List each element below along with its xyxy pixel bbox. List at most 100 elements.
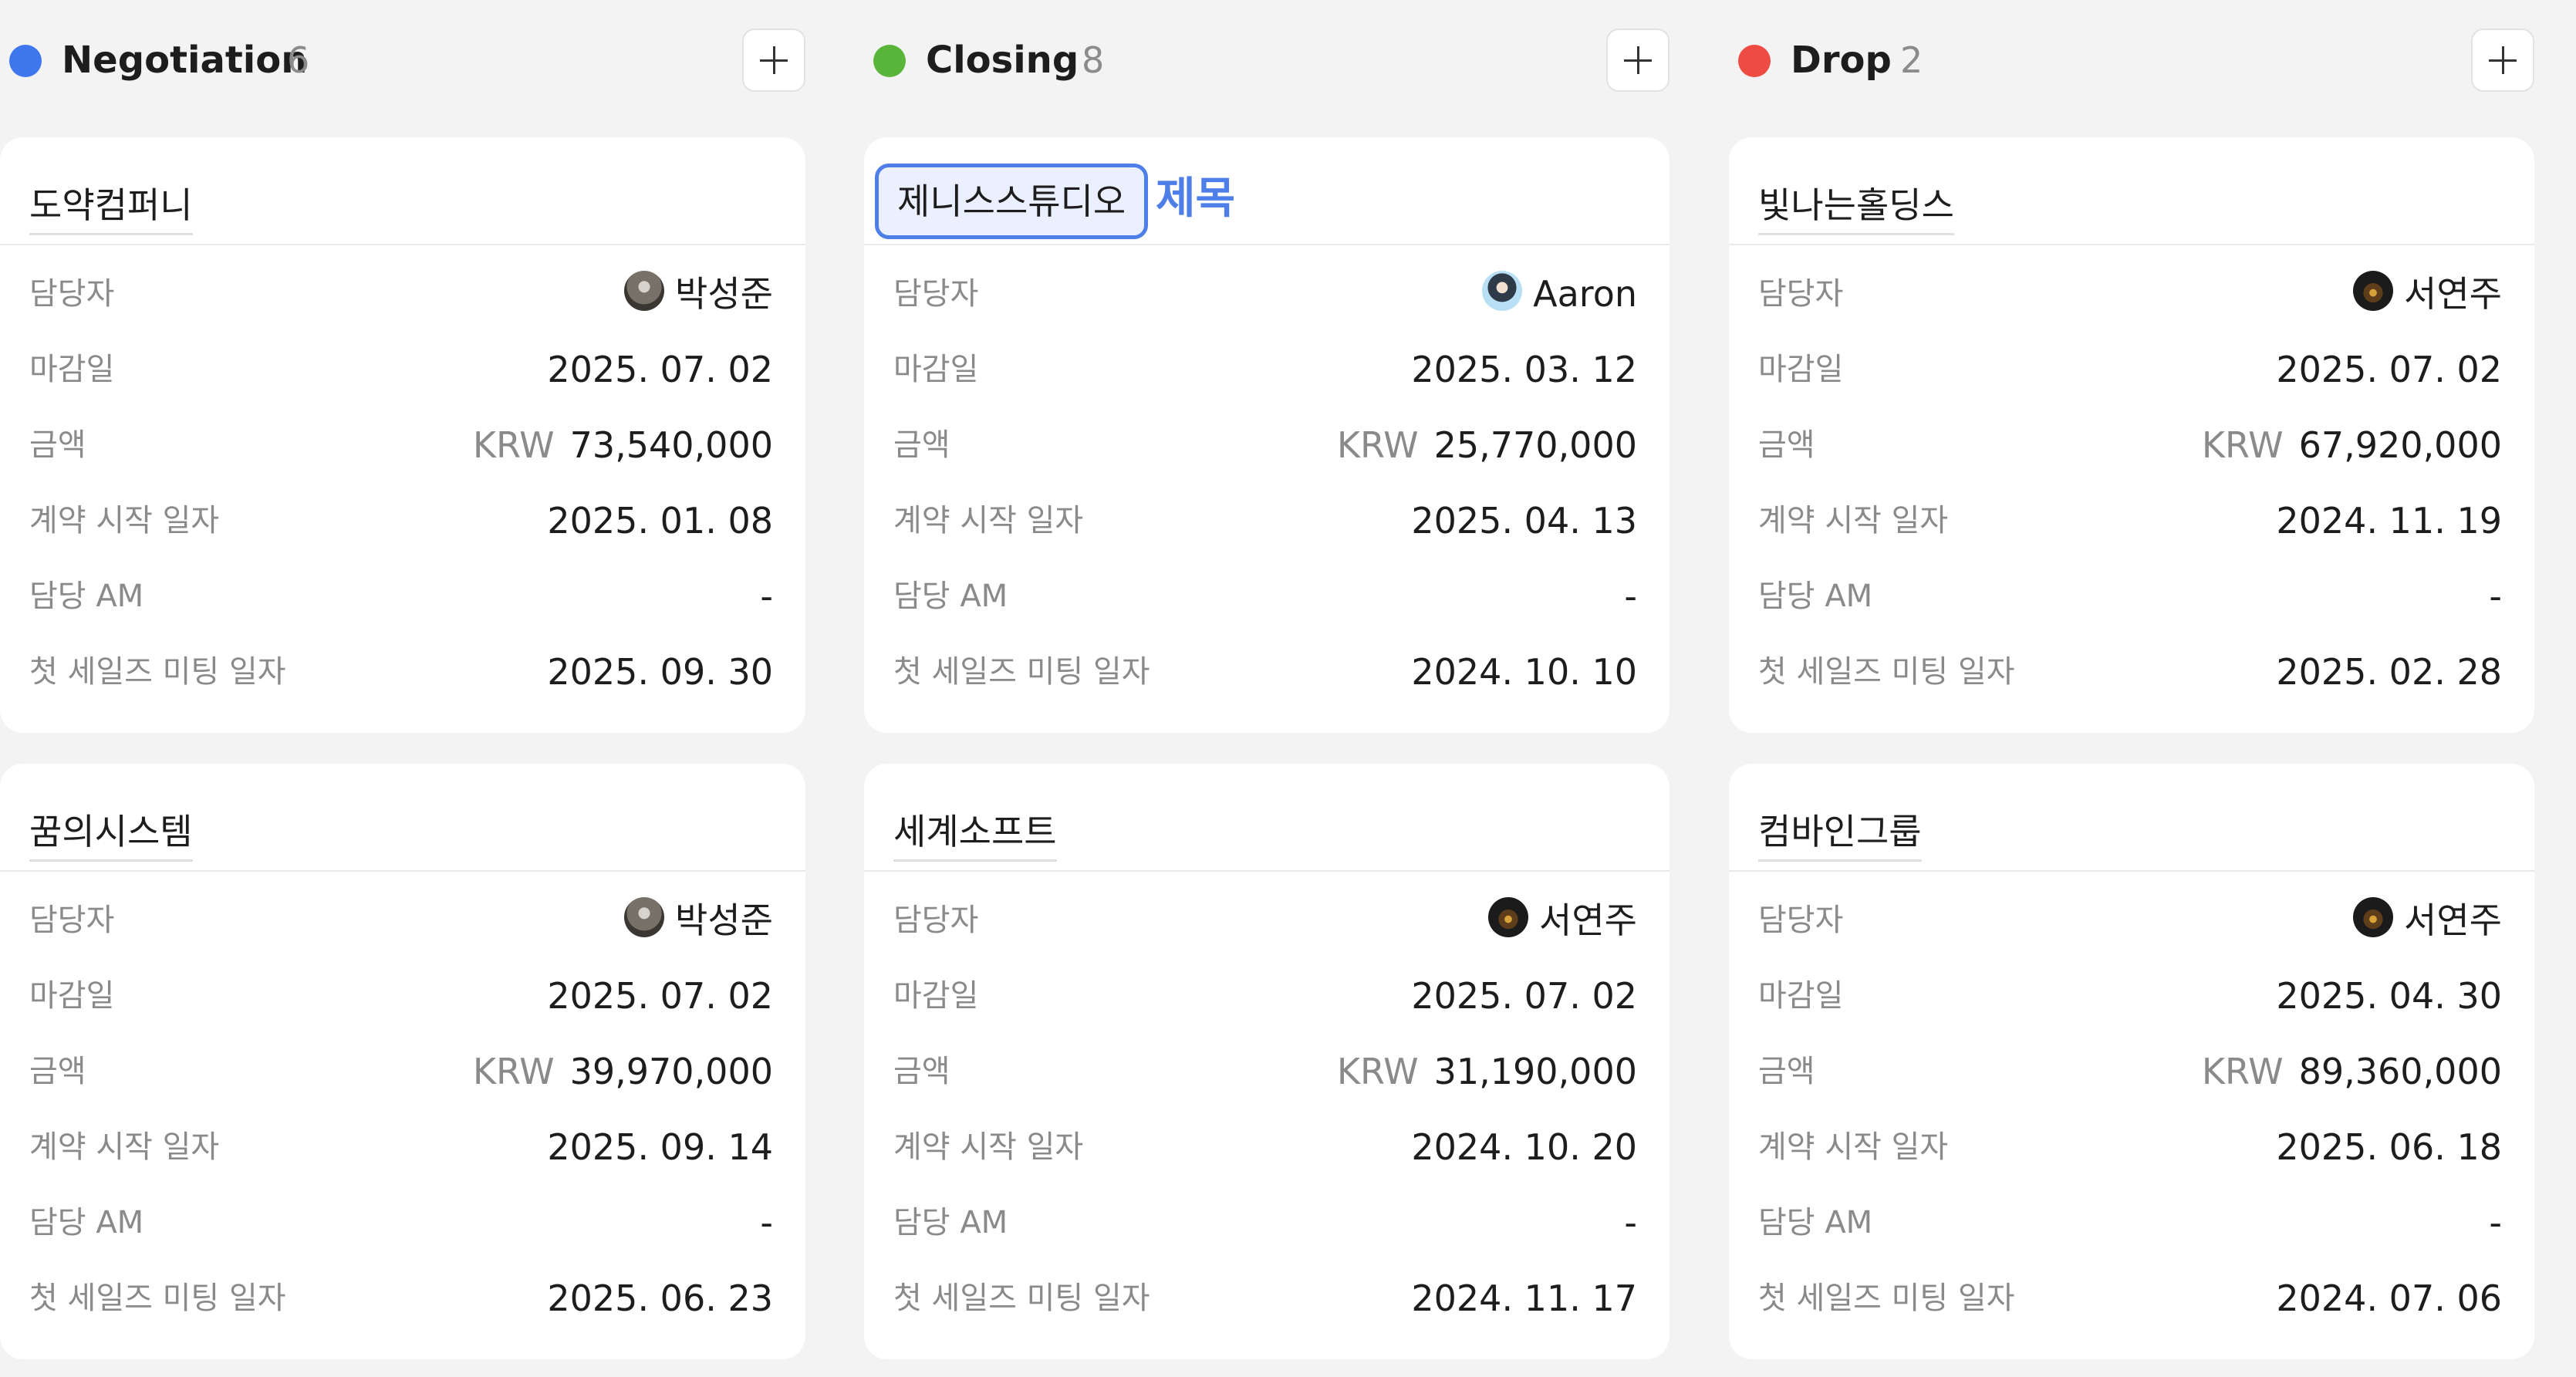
amount-number: 39,970,000 <box>569 1051 773 1092</box>
card-header: 도약컴퍼니 <box>0 137 805 245</box>
field-due-date: 마감일 2025. 07. 02 <box>864 958 1670 1034</box>
owner-name: 박성준 <box>675 899 773 941</box>
deal-card[interactable]: 제니스스튜디오 제목 담당자 Aaron 마감일 2025. 03. 12 금액… <box>864 137 1670 733</box>
contract-start-value[interactable]: 2025. 09. 14 <box>547 1123 773 1171</box>
amount-value[interactable]: KRW 89,360,000 <box>2202 1048 2502 1095</box>
card-header: 빛나는홀딩스 <box>1729 137 2534 245</box>
field-label: 담당 AM <box>29 579 144 614</box>
field-contract-start: 계약 시작 일자 2025. 04. 13 <box>864 483 1670 559</box>
deal-card[interactable]: 컴바인그룹 담당자 서연주 마감일 2025. 04. 30 금액 KRW 89,… <box>1729 764 2534 1359</box>
card-title[interactable]: 도약컴퍼니 <box>29 182 193 235</box>
currency-label: KRW <box>2201 424 2284 466</box>
field-label: 계약 시작 일자 <box>1758 1129 1949 1165</box>
amount-value[interactable]: KRW 73,540,000 <box>473 421 773 469</box>
field-due-date: 마감일 2025. 07. 02 <box>0 958 805 1034</box>
field-label: 계약 시작 일자 <box>29 503 220 538</box>
contract-start-value[interactable]: 2024. 11. 19 <box>2276 497 2502 545</box>
add-card-button[interactable] <box>2471 29 2534 92</box>
amount-value[interactable]: KRW 39,970,000 <box>473 1048 773 1095</box>
amount-value[interactable]: KRW 25,770,000 <box>1337 421 1637 469</box>
am-value[interactable]: - <box>1624 1199 1637 1247</box>
field-label: 마감일 <box>29 352 115 387</box>
field-label: 담당자 <box>1758 903 1844 938</box>
field-first-meeting: 첫 세일즈 미팅 일자 2024. 07. 06 <box>1729 1261 2534 1336</box>
card-header: 세계소프트 <box>864 764 1670 872</box>
field-am: 담당 AM - <box>0 1185 805 1261</box>
contract-start-value[interactable]: 2025. 04. 13 <box>1411 497 1637 545</box>
am-value[interactable]: - <box>2489 572 2502 620</box>
due-date-value[interactable]: 2025. 03. 12 <box>1411 346 1637 393</box>
field-label: 담당 AM <box>893 579 1008 614</box>
field-label: 금액 <box>29 1054 86 1089</box>
first-meeting-value[interactable]: 2024. 10. 10 <box>1411 648 1637 696</box>
owner-value[interactable]: 서연주 <box>1488 896 1637 944</box>
am-value[interactable]: - <box>760 1199 773 1247</box>
deal-card[interactable]: 꿈의시스템 담당자 박성준 마감일 2025. 07. 02 금액 KRW 39,… <box>0 764 805 1359</box>
amount-value[interactable]: KRW 31,190,000 <box>1337 1048 1637 1095</box>
field-owner: 담당자 서연주 <box>864 883 1670 958</box>
field-amount: 금액 KRW 89,360,000 <box>1729 1034 2534 1109</box>
card-title[interactable]: 컴바인그룹 <box>1758 808 1922 862</box>
deal-card[interactable]: 도약컴퍼니 담당자 박성준 마감일 2025. 07. 02 금액 KRW 73,… <box>0 137 805 733</box>
contract-start-value[interactable]: 2025. 01. 08 <box>547 497 773 545</box>
amount-number: 25,770,000 <box>1433 424 1637 466</box>
field-am: 담당 AM - <box>864 559 1670 634</box>
title-field-hint: 제목 <box>1156 174 1236 224</box>
card-title[interactable]: 세계소프트 <box>893 808 1057 862</box>
am-value[interactable]: - <box>2489 1199 2502 1247</box>
owner-value[interactable]: 박성준 <box>624 270 773 318</box>
column-count: 8 <box>1082 39 1105 81</box>
contract-start-value[interactable]: 2025. 06. 18 <box>2276 1123 2502 1171</box>
amount-value[interactable]: KRW 67,920,000 <box>2202 421 2502 469</box>
contract-start-value[interactable]: 2024. 10. 20 <box>1411 1123 1637 1171</box>
field-label: 담당자 <box>893 903 979 938</box>
owner-value[interactable]: Aaron <box>1482 270 1637 318</box>
owner-value[interactable]: 박성준 <box>624 896 773 944</box>
field-label: 담당자 <box>893 276 979 312</box>
first-meeting-value[interactable]: 2025. 02. 28 <box>2276 648 2502 696</box>
card-title[interactable]: 꿈의시스템 <box>29 808 193 862</box>
field-am: 담당 AM - <box>864 1185 1670 1261</box>
am-value[interactable]: - <box>760 572 773 620</box>
avatar <box>2353 271 2394 311</box>
field-am: 담당 AM - <box>1729 559 2534 634</box>
due-date-value[interactable]: 2025. 07. 02 <box>547 346 773 393</box>
card-title-input[interactable]: 제니스스튜디오 <box>875 164 1149 239</box>
column-count: 6 <box>287 39 310 81</box>
currency-label: KRW <box>472 1051 555 1092</box>
field-label: 계약 시작 일자 <box>1758 503 1949 538</box>
first-meeting-value[interactable]: 2025. 06. 23 <box>547 1274 773 1322</box>
due-date-value[interactable]: 2025. 04. 30 <box>2276 972 2502 1020</box>
field-label: 마감일 <box>893 352 979 387</box>
deal-card[interactable]: 빛나는홀딩스 담당자 서연주 마감일 2025. 07. 02 금액 KRW 67… <box>1729 137 2534 733</box>
amount-number: 89,360,000 <box>2298 1051 2502 1092</box>
add-card-button[interactable] <box>742 29 805 92</box>
card-header: 컴바인그룹 <box>1729 764 2534 872</box>
field-label: 첫 세일즈 미팅 일자 <box>1758 654 2015 690</box>
deal-card[interactable]: 세계소프트 담당자 서연주 마감일 2025. 07. 02 금액 KRW 31,… <box>864 764 1670 1359</box>
due-date-value[interactable]: 2025. 07. 02 <box>2276 346 2502 393</box>
first-meeting-value[interactable]: 2025. 09. 30 <box>547 648 773 696</box>
due-date-value[interactable]: 2025. 07. 02 <box>547 972 773 1020</box>
status-dot-icon <box>1738 45 1771 77</box>
field-due-date: 마감일 2025. 04. 30 <box>1729 958 2534 1034</box>
card-header: 꿈의시스템 <box>0 764 805 872</box>
plus-icon <box>2489 46 2517 74</box>
avatar <box>1482 271 1523 311</box>
owner-value[interactable]: 서연주 <box>2353 270 2502 318</box>
first-meeting-value[interactable]: 2024. 11. 17 <box>1411 1274 1637 1322</box>
add-card-button[interactable] <box>1606 29 1670 92</box>
field-due-date: 마감일 2025. 03. 12 <box>864 332 1670 407</box>
card-header: 제니스스튜디오 제목 <box>864 137 1670 245</box>
field-owner: 담당자 박성준 <box>0 256 805 332</box>
currency-label: KRW <box>472 424 555 466</box>
am-value[interactable]: - <box>1624 572 1637 620</box>
field-label: 담당 AM <box>29 1205 144 1240</box>
first-meeting-value[interactable]: 2024. 07. 06 <box>2276 1274 2502 1322</box>
owner-name: 서연주 <box>1539 899 1637 941</box>
field-label: 금액 <box>1758 1054 1815 1089</box>
field-contract-start: 계약 시작 일자 2024. 11. 19 <box>1729 483 2534 559</box>
card-title[interactable]: 빛나는홀딩스 <box>1758 182 1954 235</box>
owner-value[interactable]: 서연주 <box>2353 896 2502 944</box>
due-date-value[interactable]: 2025. 07. 02 <box>1411 972 1637 1020</box>
